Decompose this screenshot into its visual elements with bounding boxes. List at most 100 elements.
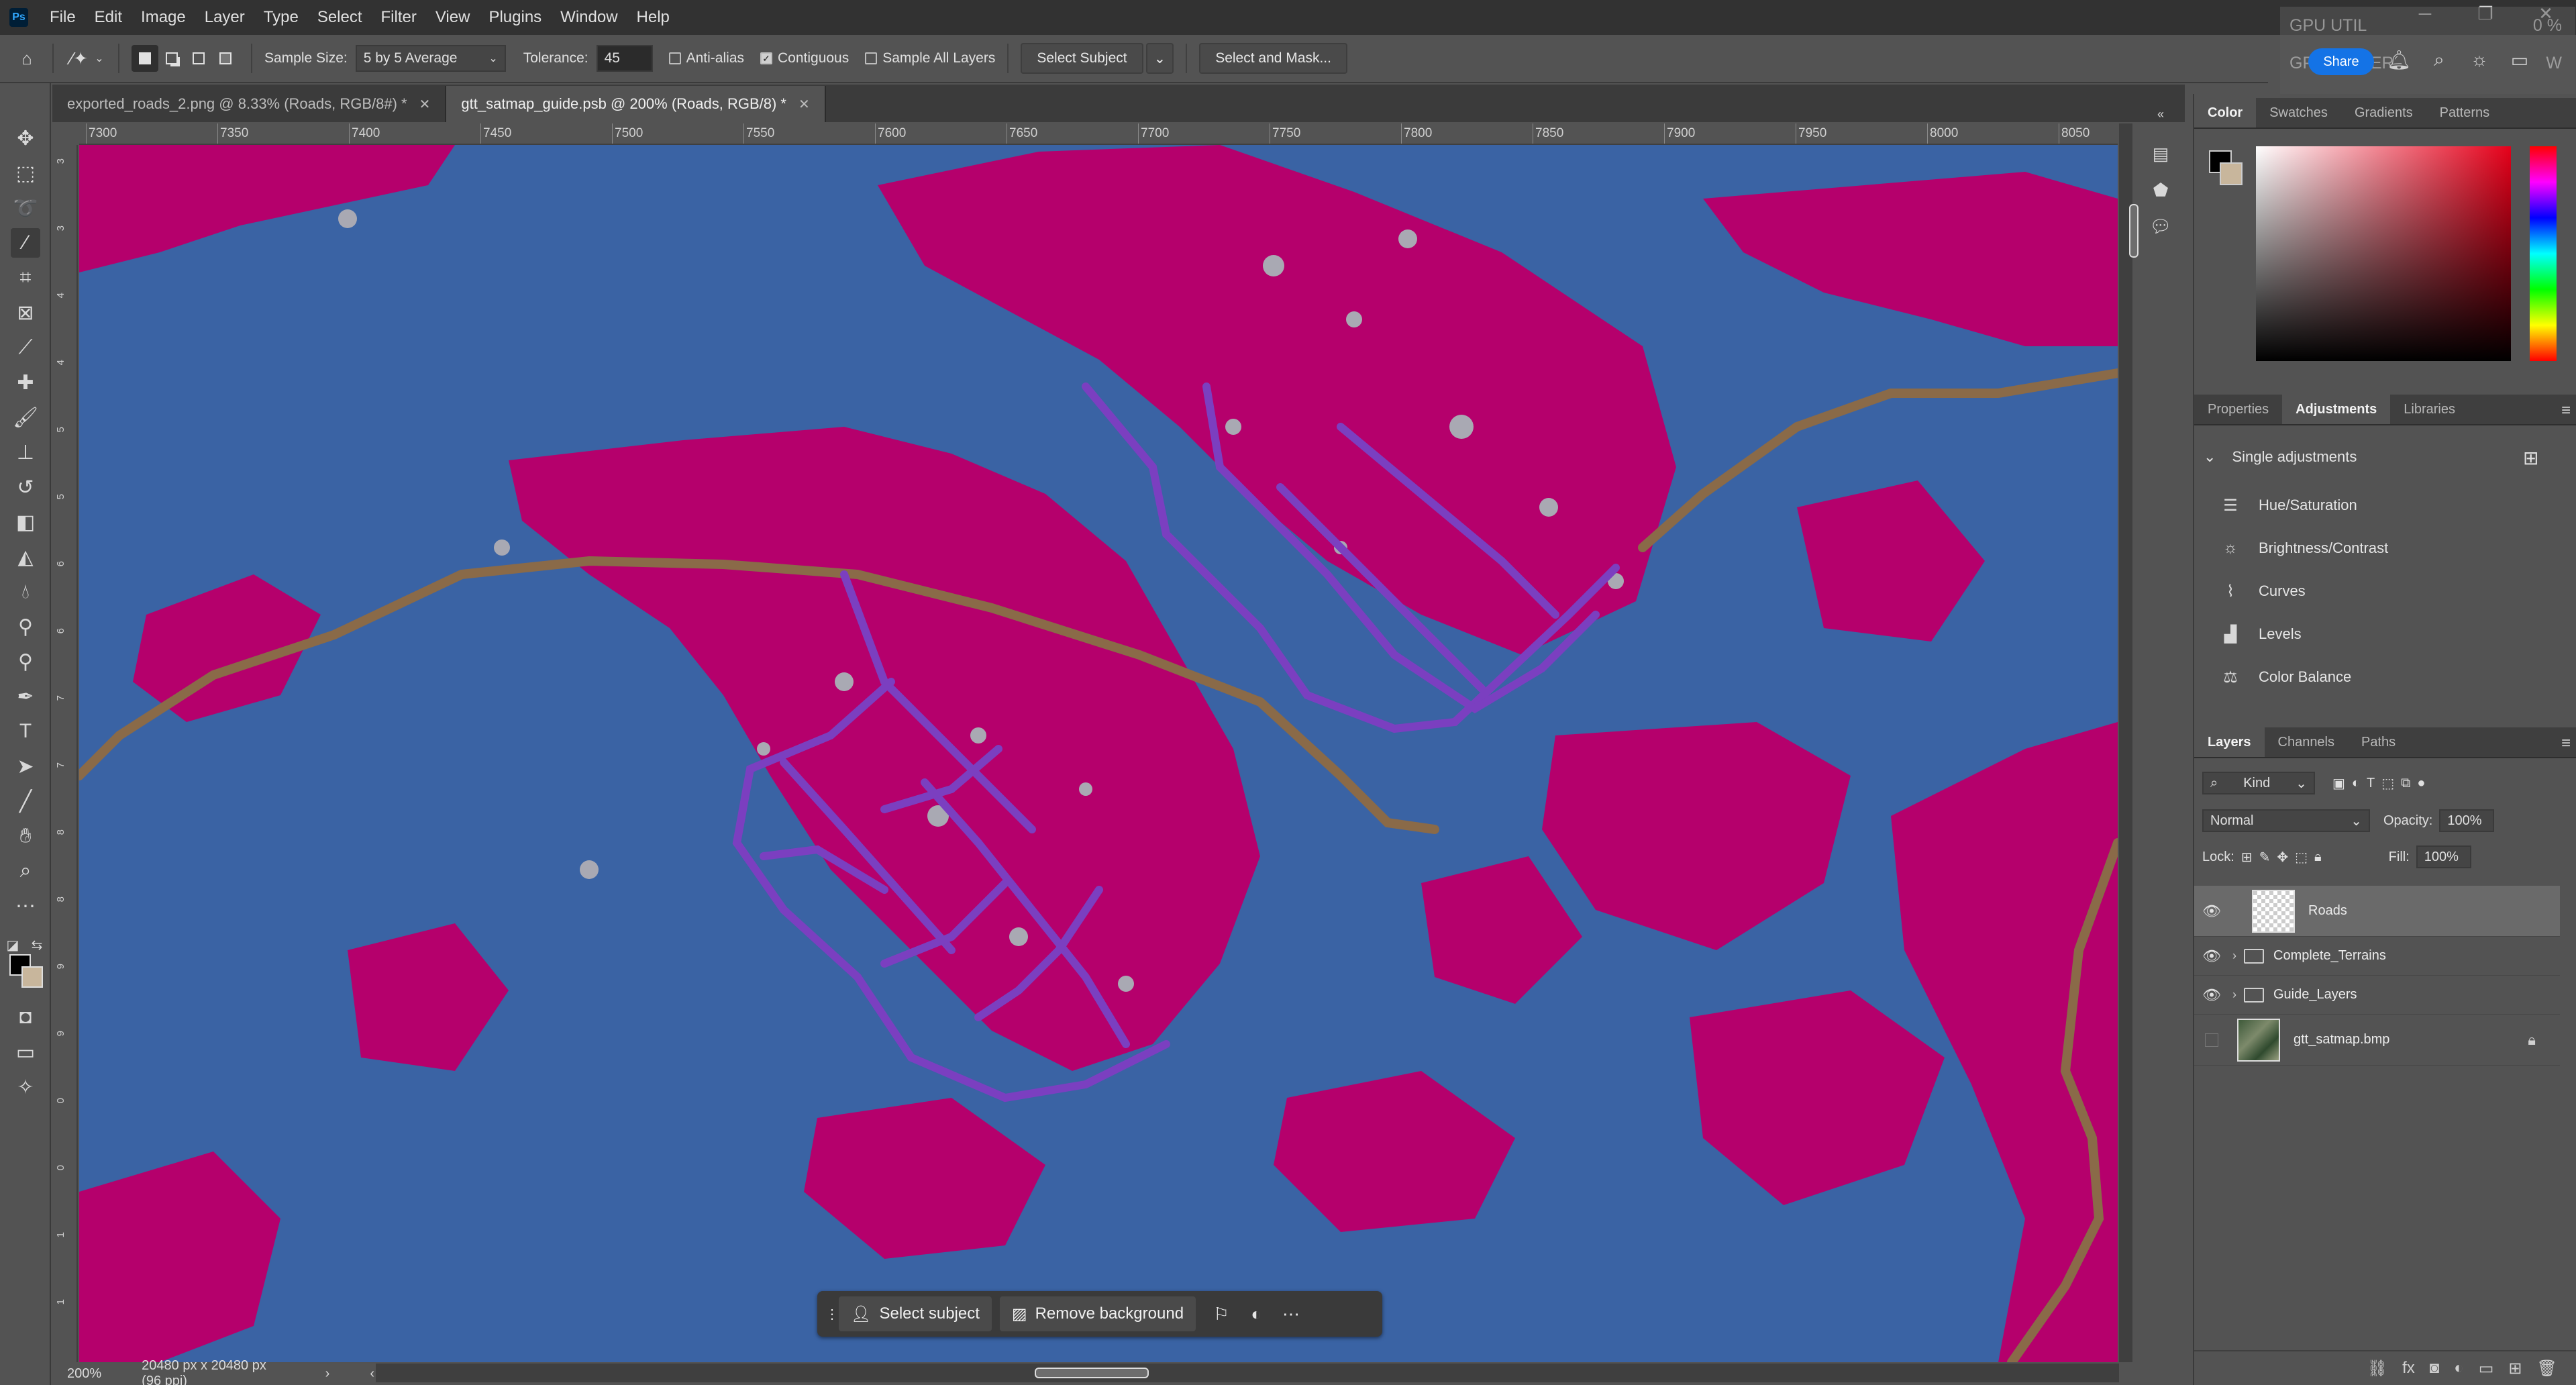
search-icon[interactable]: ⌕	[2426, 47, 2452, 72]
frame-tool-icon[interactable]: ⊠	[11, 298, 40, 327]
line-tool-icon[interactable]: ╱	[11, 786, 40, 816]
chevron-right-icon[interactable]: ›	[325, 1366, 330, 1382]
tab-adjustments[interactable]: Adjustments	[2282, 395, 2391, 424]
eye-icon[interactable]: 👁︎	[2198, 986, 2225, 1004]
blur-tool-icon[interactable]: 💧︎	[11, 577, 40, 607]
link-layers-icon[interactable]: ⛓	[2367, 1359, 2387, 1378]
layer-style-icon[interactable]: fx	[2402, 1359, 2415, 1378]
eye-icon[interactable]: 👁︎	[2198, 903, 2225, 920]
bell-icon[interactable]: 🔔︎	[2386, 47, 2412, 72]
tab-gradients[interactable]: Gradients	[2341, 98, 2426, 127]
vertical-scrollbar[interactable]	[2119, 123, 2139, 1362]
history-panel-icon[interactable]: ▤	[2147, 144, 2174, 170]
add-selection-icon[interactable]	[158, 45, 185, 72]
document-canvas[interactable]	[79, 145, 2118, 1362]
tolerance-input[interactable]: 45	[596, 45, 653, 72]
photoshop-logo[interactable]: Ps	[9, 8, 28, 27]
tab-patterns[interactable]: Patterns	[2426, 98, 2503, 127]
tab-libraries[interactable]: Libraries	[2390, 395, 2469, 424]
new-layer-icon[interactable]: ⊞	[2508, 1359, 2522, 1378]
menu-filter[interactable]: Filter	[372, 8, 426, 27]
panel-menu-icon[interactable]: ≡	[2561, 401, 2571, 420]
menu-layer[interactable]: Layer	[195, 8, 254, 27]
menu-edit[interactable]: Edit	[85, 8, 132, 27]
workspace-icon[interactable]: ▭	[2507, 47, 2532, 72]
hand-tool-icon[interactable]: ✋︎	[11, 821, 40, 851]
more-options-icon[interactable]: ⋯	[1274, 1296, 1308, 1331]
blend-mode-select[interactable]: Normal ⌄	[2202, 809, 2370, 832]
menu-type[interactable]: Type	[254, 8, 308, 27]
history-brush-icon[interactable]: ↺	[11, 472, 40, 502]
close-icon[interactable]: ✕	[798, 96, 810, 113]
remove-background-button[interactable]: ▨ Remove background	[999, 1296, 1196, 1331]
select-subject-task-button[interactable]: 👤︎ Select subject	[839, 1296, 992, 1331]
horizontal-scrollbar[interactable]	[376, 1364, 2119, 1382]
lock-all-icon[interactable]: 🔒︎	[2314, 850, 2322, 865]
contiguous-checkbox[interactable]: ✓ Contiguous	[760, 50, 849, 66]
tab-color[interactable]: Color	[2194, 98, 2257, 127]
select-and-mask-button[interactable]: Select and Mask...	[1199, 43, 1347, 74]
filter-pixel-icon[interactable]: ▣	[2332, 775, 2345, 792]
lasso-tool-icon[interactable]: ➰	[11, 193, 40, 223]
menu-help[interactable]: Help	[627, 8, 679, 27]
tab-exported-roads[interactable]: exported_roads_2.png @ 8.33% (Roads, RGB…	[52, 86, 447, 122]
adjustment-color-balance[interactable]: ⚖ Color Balance	[2218, 667, 2351, 687]
tab-paths[interactable]: Paths	[2348, 727, 2409, 757]
delete-layer-icon[interactable]: 🗑︎	[2537, 1359, 2557, 1378]
menu-plugins[interactable]: Plugins	[479, 8, 551, 27]
lock-position-icon[interactable]: ✥	[2277, 849, 2288, 866]
swap-colors-icon[interactable]: ⇆	[30, 930, 44, 960]
layer-kind-filter[interactable]: ⌕ Kind ⌄	[2202, 772, 2315, 794]
shapes-panel-icon[interactable]: ⬟	[2147, 180, 2174, 207]
color-picker-field[interactable]	[2256, 146, 2511, 361]
new-selection-icon[interactable]	[132, 45, 158, 72]
healing-brush-icon[interactable]: ✚	[11, 368, 40, 397]
more-tools-icon[interactable]: ⋯	[11, 891, 40, 921]
filter-smart-object-icon[interactable]: ⧉	[2401, 776, 2410, 791]
scroll-thumb[interactable]	[1035, 1368, 1149, 1378]
screen-mode-icon[interactable]: ▭	[11, 1037, 40, 1067]
eraser-tool-icon[interactable]: ◧	[11, 507, 40, 537]
adjustment-levels[interactable]: ▟ Levels	[2218, 624, 2302, 644]
dodge-tool-icon[interactable]: ⚲	[11, 612, 40, 642]
transform-icon[interactable]: ⚐	[1204, 1296, 1239, 1331]
share-button[interactable]: Share	[2308, 48, 2374, 75]
tab-properties[interactable]: Properties	[2194, 395, 2282, 424]
filter-shape-icon[interactable]: ⬚	[2381, 775, 2394, 792]
menu-window[interactable]: Window	[551, 8, 627, 27]
marquee-tool-icon[interactable]: ⬚	[11, 158, 40, 188]
discover-icon[interactable]: ☼	[2467, 47, 2492, 72]
sample-size-select[interactable]: 5 by 5 Average ⌄	[355, 45, 506, 72]
home-icon[interactable]: ⌂	[13, 45, 40, 72]
select-subject-dropdown[interactable]: ⌄	[1145, 43, 1174, 74]
chevron-left-icon[interactable]: ‹	[370, 1366, 374, 1382]
generative-icon[interactable]: ✧	[11, 1072, 40, 1102]
lock-artboard-icon[interactable]: ⬚	[2295, 849, 2308, 866]
tab-channels[interactable]: Channels	[2265, 727, 2349, 757]
zoom-level[interactable]: 200%	[67, 1366, 101, 1382]
anti-alias-checkbox[interactable]: Anti-alias	[668, 50, 744, 66]
paint-bucket-icon[interactable]: ◭	[11, 542, 40, 572]
pen-tool-icon[interactable]: ✒	[11, 682, 40, 711]
layer-row-roads[interactable]: 👁︎ Roads	[2194, 886, 2560, 937]
eyedropper-tool-icon[interactable]: ⟋	[11, 333, 40, 362]
sample-all-layers-checkbox[interactable]: Sample All Layers	[865, 50, 995, 66]
drag-handle-icon[interactable]: ⋮	[825, 1296, 839, 1331]
restore-icon[interactable]: ❐	[2455, 0, 2516, 27]
layer-row-complete-terrains[interactable]: 👁︎ › Complete_Terrains	[2194, 937, 2560, 976]
background-color-swatch[interactable]	[21, 966, 43, 988]
new-adjustment-icon[interactable]: ◐	[2454, 1359, 2464, 1378]
menu-view[interactable]: View	[426, 8, 480, 27]
adjustment-brightness-contrast[interactable]: ☼ Brightness/Contrast	[2218, 538, 2388, 558]
clone-stamp-icon[interactable]: ⊥	[11, 438, 40, 467]
tab-swatches[interactable]: Swatches	[2256, 98, 2341, 127]
chevron-right-icon[interactable]: ›	[2225, 988, 2244, 1002]
path-selection-icon[interactable]: ➤	[11, 752, 40, 781]
magic-wand-preset-icon[interactable]: ⁄✦	[66, 45, 93, 72]
new-group-icon[interactable]: ▭	[2479, 1359, 2494, 1378]
move-tool-icon[interactable]: ✥	[11, 123, 40, 153]
close-icon[interactable]: ✕	[419, 96, 431, 113]
lock-transparent-icon[interactable]: ⊞	[2241, 849, 2253, 866]
brush-tool-icon[interactable]: 🖌︎	[11, 403, 40, 432]
add-mask-icon[interactable]: ◙	[2430, 1359, 2440, 1378]
